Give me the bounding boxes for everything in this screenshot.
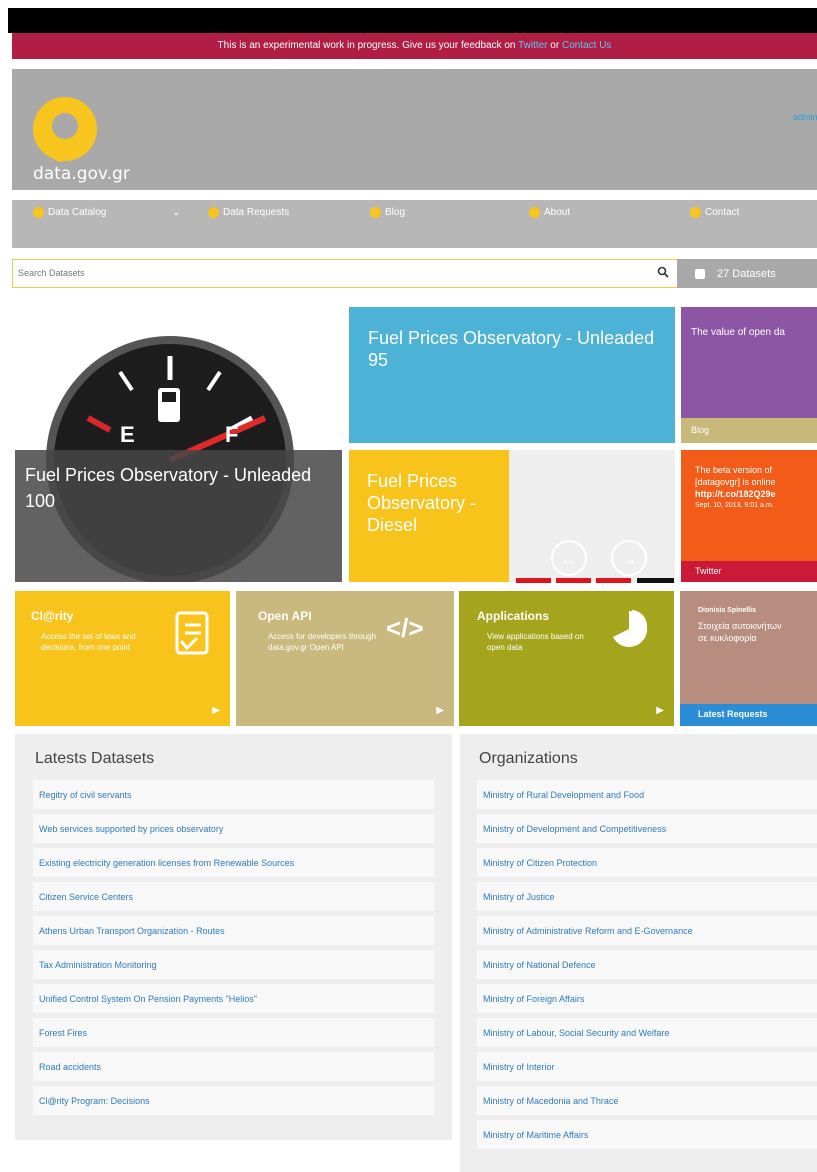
- play-icon: ▶: [436, 705, 444, 716]
- dataset-list-item[interactable]: Citizen Service Centers: [33, 882, 434, 911]
- site-header: [12, 69, 817, 190]
- organization-list-item[interactable]: Ministry of Macedonia and Thrace: [477, 1086, 817, 1115]
- diesel-title: Fuel Prices Observatory - Diesel: [367, 471, 477, 535]
- datasets-count: 27 Datasets: [717, 267, 776, 280]
- nav-dot-icon: [529, 207, 540, 218]
- admin-link[interactable]: admin: [793, 112, 817, 122]
- nav-about[interactable]: About: [529, 207, 570, 218]
- dataset-list-item[interactable]: Regitry of civil servants: [33, 780, 434, 809]
- dataset-list-item[interactable]: Web services supported by prices observa…: [33, 814, 434, 843]
- organizations-title: Organizations: [479, 750, 578, 767]
- latest-requests-label[interactable]: Latest Requests: [680, 704, 817, 726]
- dataset-list-item[interactable]: Forest Fires: [33, 1018, 434, 1047]
- applications-desc: View applications based on open data: [487, 632, 584, 652]
- dataset-list-item[interactable]: Road accidents: [33, 1052, 434, 1081]
- dataset-list-item[interactable]: Cl@rity Program: Decisions: [33, 1086, 434, 1115]
- play-icon: ▶: [656, 705, 664, 716]
- notice-text: This is an experimental work in progress…: [217, 40, 519, 51]
- request-text: Στοιχεία αυτοκινήτων σε κυκλοφορία: [698, 621, 782, 643]
- logo-hole: [52, 113, 78, 139]
- search-input[interactable]: [16, 262, 636, 284]
- nav-data-requests[interactable]: Data Requests: [208, 207, 289, 218]
- nav-label: Data Requests: [223, 207, 290, 218]
- datasets-count-button[interactable]: 27 Datasets: [677, 259, 817, 288]
- open-api-desc: Access for developers through data.gov.g…: [268, 632, 377, 652]
- organization-list-item[interactable]: Ministry of Maritime Affairs: [477, 1120, 817, 1149]
- slider-area: [509, 450, 675, 582]
- organization-list-item[interactable]: Ministry of Interior: [477, 1052, 817, 1081]
- notice-banner: This is an experimental work in progress…: [12, 33, 817, 59]
- nav-dot-icon: [690, 207, 701, 218]
- blog-post-title: The value of open da: [691, 327, 785, 338]
- open-api-tile[interactable]: Open API Access for developers through d…: [236, 591, 454, 726]
- chevron-down-icon[interactable]: ⌄: [172, 207, 180, 218]
- organization-list-item[interactable]: Ministry of Labour, Social Security and …: [477, 1018, 817, 1047]
- clarity-tile[interactable]: Cl@rity Access the set of laws and decis…: [15, 591, 230, 726]
- fuel-95-title: Fuel Prices Observatory - Unleaded 95: [368, 328, 655, 370]
- featured-diesel-tile[interactable]: Fuel Prices Observatory - Diesel: [349, 450, 509, 582]
- datasets-list: Regitry of civil servants Web services su…: [33, 780, 434, 1120]
- dataset-list-item[interactable]: Athens Urban Transport Organization - Ro…: [33, 916, 434, 945]
- code-icon: </>: [386, 613, 424, 643]
- top-black-bar: [8, 8, 817, 33]
- nav-dot-icon: [370, 207, 381, 218]
- tweet-line-1: The beta version of: [695, 465, 773, 475]
- organization-list-item[interactable]: Ministry of Foreign Affairs: [477, 984, 817, 1013]
- slider-indicator-4[interactable]: [637, 578, 674, 583]
- logo-text[interactable]: data.gov.gr: [33, 164, 130, 184]
- database-icon: [695, 268, 705, 279]
- blog-label: Blog: [681, 418, 817, 443]
- organization-list-item[interactable]: Ministry of Development and Competitiven…: [477, 814, 817, 843]
- request-author: Dionisis Spinellis: [698, 607, 756, 614]
- nav-blog[interactable]: Blog: [370, 207, 405, 218]
- nav-contact[interactable]: Contact: [690, 207, 739, 218]
- organizations-list: Ministry of Rural Development and Food Mi…: [477, 780, 817, 1154]
- organization-list-item[interactable]: Ministry of Citizen Protection: [477, 848, 817, 877]
- dataset-list-item[interactable]: Unified Control System On Pension Paymen…: [33, 984, 434, 1013]
- featured-fuel-95-tile[interactable]: Fuel Prices Observatory - Unleaded 95: [349, 307, 675, 443]
- gauge-empty-label: E: [120, 422, 135, 447]
- contact-link[interactable]: Contact Us: [562, 40, 611, 51]
- nav-label: Contact: [705, 207, 740, 218]
- nav-data-catalog[interactable]: Data Catalog: [33, 207, 106, 218]
- slider-indicator-3[interactable]: [596, 578, 631, 583]
- pie-chart-icon: [609, 609, 649, 657]
- nav-label: Blog: [385, 207, 406, 218]
- slider-indicator-2[interactable]: [556, 578, 591, 583]
- clarity-desc: Access the set of laws and decisions, fr…: [41, 632, 136, 652]
- tweet-date: Sept. 10, 2013, 9:01 a.m.: [695, 502, 774, 509]
- organization-list-item[interactable]: Ministry of Administrative Reform and E-…: [477, 916, 817, 945]
- document-icon: [175, 611, 211, 665]
- slider-prev-icon[interactable]: ←: [551, 540, 587, 576]
- latest-datasets-title: Latests Datasets: [35, 750, 155, 767]
- gauge-full-label: F: [225, 422, 239, 447]
- play-icon: ▶: [212, 705, 220, 716]
- slider-next-icon[interactable]: →: [611, 540, 647, 576]
- featured-fuel-100-title: Fuel Prices Observatory - Unleaded 100: [15, 450, 342, 582]
- nav-label: About: [544, 207, 571, 218]
- tweet-line-2: [datagovgr] is online: [695, 477, 776, 487]
- dataset-list-item[interactable]: Existing electricity generation licenses…: [33, 848, 434, 877]
- slider-indicator-1[interactable]: [516, 578, 551, 583]
- organization-list-item[interactable]: Ministry of Rural Development and Food: [477, 780, 817, 809]
- twitter-link[interactable]: Twitter: [518, 40, 547, 51]
- logo-tail: [54, 144, 66, 162]
- search-icon[interactable]: [657, 266, 671, 280]
- nav-label: Data Catalog: [48, 207, 107, 218]
- organization-list-item[interactable]: Ministry of Justice: [477, 882, 817, 911]
- notice-or: or: [547, 40, 562, 51]
- nav-dot-icon: [208, 207, 219, 218]
- dataset-list-item[interactable]: Tax Administration Monitoring: [33, 950, 434, 979]
- organization-list-item[interactable]: Ministry of National Defence: [477, 950, 817, 979]
- applications-tile[interactable]: Applications View applications based on …: [459, 591, 674, 726]
- tweet-link[interactable]: http://t.co/182Q29e: [695, 488, 803, 500]
- twitter-label: Twitter: [681, 561, 817, 582]
- fuel-100-title-text: Fuel Prices Observatory - Unleaded 100: [25, 465, 312, 511]
- nav-dot-icon: [33, 207, 44, 218]
